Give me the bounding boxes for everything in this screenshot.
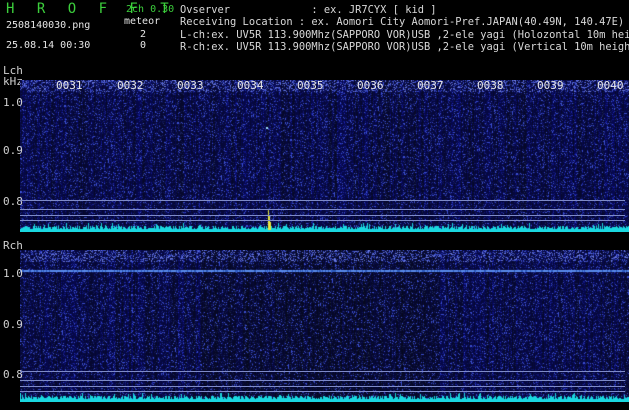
rch-y-tick: 1.0: [3, 267, 23, 280]
lch-marker-line: [20, 220, 625, 221]
location-line: Receiving Location : ex. Aomori City Aom…: [180, 16, 625, 28]
lch-time-tick: 0039: [537, 79, 564, 92]
lch-time-tick: 0040: [597, 79, 624, 92]
lch-y-tick: 1.0: [3, 96, 23, 109]
channel-mode: 2ch 0.30: [126, 4, 175, 15]
lch-marker-line: [20, 200, 625, 201]
rch-marker-line: [20, 391, 625, 392]
lch-time-tick: 0035: [297, 79, 324, 92]
lch-y-tick: 0.9: [3, 144, 23, 157]
rch-meteor-count: 0: [140, 40, 147, 51]
lch-time-tick: 0036: [357, 79, 384, 92]
lch-time-tick: 0031: [56, 79, 83, 92]
rch-marker-line: [20, 386, 625, 387]
hroft-window: H R O F F T 2ch 0.30 meteor 2508140030.p…: [0, 0, 629, 410]
rch-description: R-ch:ex. UV5R 113.900Mhz(SAPPORO VOR)USB…: [180, 41, 629, 53]
lch-time-tick: 0032: [117, 79, 144, 92]
rch-y-tick: 0.9: [3, 318, 23, 331]
observer-line: Ovserver : ex. JR7CYX [ kid ]: [180, 4, 437, 16]
lch-y-tick: 0.8: [3, 195, 23, 208]
lch-marker-line: [20, 215, 625, 216]
lch-description: L-ch:ex. UV5R 113.900Mhz(SAPPORO VOR)USB…: [180, 29, 629, 41]
lch-time-tick: 0034: [237, 79, 264, 92]
rch-marker-line: [20, 371, 625, 372]
lch-time-tick: 0033: [177, 79, 204, 92]
rch-marker-line: [20, 380, 625, 381]
lch-marker-line: [20, 209, 625, 210]
image-filename: 2508140030.png: [6, 20, 91, 31]
lch-time-tick: 0037: [417, 79, 444, 92]
lch-time-tick: 0038: [477, 79, 504, 92]
event-label: meteor: [124, 16, 161, 27]
capture-datetime: 25.08.14 00:30: [6, 40, 91, 51]
